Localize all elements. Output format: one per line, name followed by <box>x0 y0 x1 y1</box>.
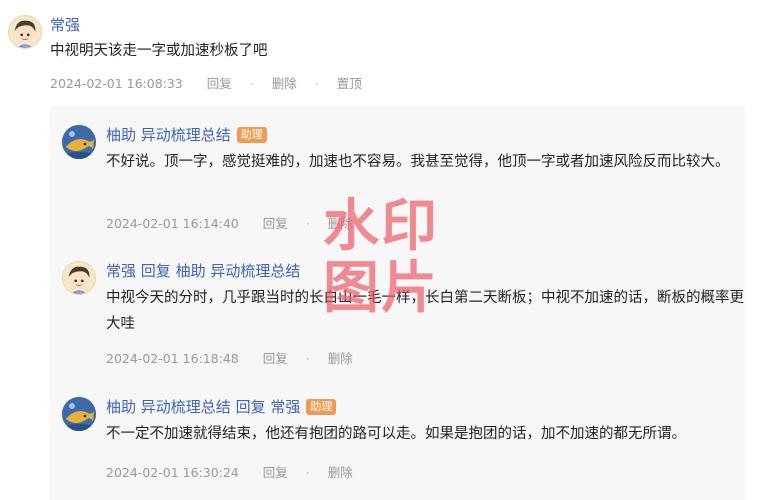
separator-dot: · <box>305 351 310 366</box>
delete-button[interactable]: 删除 <box>328 348 353 367</box>
reply-button[interactable]: 回复 <box>263 462 288 481</box>
separator-dot: · <box>314 76 319 91</box>
reply-text: 不好说。顶一字，感觉挺难的，加速也不容易。我甚至觉得，他顶一字或者加速风险反而比… <box>106 154 730 170</box>
reply-word: 回复 <box>140 262 171 280</box>
avatar[interactable] <box>62 125 96 159</box>
reply-meta: 2024-02-01 16:30:24 回复 · 删除 <box>106 462 353 481</box>
reply-timestamp: 2024-02-01 16:30:24 <box>106 465 239 480</box>
reply-author-name[interactable]: 常强 <box>106 262 136 280</box>
pin-button[interactable]: 置顶 <box>337 73 362 92</box>
reply-author[interactable]: 常强 回复 柚助 异动梳理总结 <box>106 260 300 281</box>
reply-text: 中视今天的分时，几乎跟当时的长白山一毛一样，长白第二天断板；中视不加速的话，断板… <box>106 290 744 332</box>
comment-text: 中视明天该走一字或加速秒板了吧 <box>50 43 268 59</box>
reply-timestamp: 2024-02-01 16:14:40 <box>106 216 239 231</box>
separator-dot: · <box>305 216 310 231</box>
reply-author-name[interactable]: 柚助 异动梳理总结 <box>106 126 231 144</box>
reply-button[interactable]: 回复 <box>207 73 232 92</box>
avatar[interactable] <box>62 397 96 431</box>
comment-timestamp: 2024-02-01 16:08:33 <box>50 76 183 91</box>
avatar[interactable] <box>8 15 42 49</box>
reply-word: 回复 <box>235 398 266 416</box>
reply-meta: 2024-02-01 16:18:48 回复 · 删除 <box>106 348 353 367</box>
separator-dot: · <box>249 76 254 91</box>
delete-button[interactable]: 删除 <box>328 213 353 232</box>
reply-button[interactable]: 回复 <box>263 213 288 232</box>
separator-dot: · <box>305 465 310 480</box>
reply-target-name[interactable]: 常强 <box>270 398 300 416</box>
comment-author[interactable]: 常强 <box>50 14 80 35</box>
assistant-avatar-image <box>62 125 96 159</box>
assistant-avatar-image <box>62 397 96 431</box>
reply-author-name[interactable]: 柚助 异动梳理总结 <box>106 398 231 416</box>
delete-button[interactable]: 删除 <box>328 462 353 481</box>
assistant-badge: 助理 <box>306 399 337 415</box>
user-avatar-image <box>68 266 90 294</box>
delete-button[interactable]: 删除 <box>272 73 297 92</box>
reply-author[interactable]: 柚助 异动梳理总结 助理 <box>106 124 267 145</box>
assistant-badge: 助理 <box>236 127 267 143</box>
comment-meta: 2024-02-01 16:08:33 回复 · 删除 · 置顶 <box>50 73 362 92</box>
reply-target-name[interactable]: 柚助 异动梳理总结 <box>176 262 301 280</box>
reply-timestamp: 2024-02-01 16:18:48 <box>106 351 239 366</box>
avatar[interactable] <box>62 261 96 295</box>
reply-meta: 2024-02-01 16:14:40 回复 · 删除 <box>106 213 353 232</box>
reply-author[interactable]: 柚助 异动梳理总结 回复 常强 助理 <box>106 396 337 417</box>
reply-text: 不一定不加速就得结束，他还有抱团的路可以走。如果是抱团的话，加不加速的都无所谓。 <box>106 426 686 442</box>
reply-button[interactable]: 回复 <box>263 348 288 367</box>
user-avatar-image <box>14 20 36 48</box>
